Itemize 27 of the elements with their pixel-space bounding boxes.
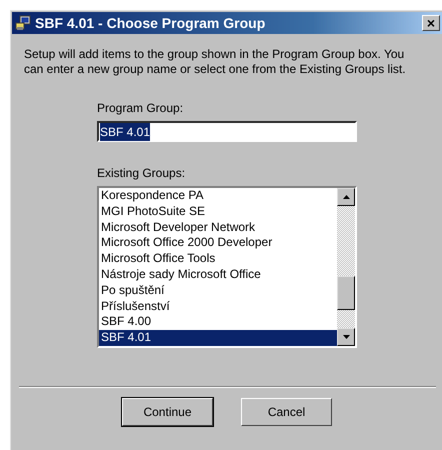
list-item[interactable]: Nástroje sady Microsoft Office xyxy=(99,266,337,283)
list-item[interactable]: Po spuštění xyxy=(99,282,337,299)
scroll-thumb[interactable] xyxy=(337,276,355,310)
list-item[interactable]: Příslušenství xyxy=(99,298,337,314)
continue-button[interactable]: Continue xyxy=(122,398,213,426)
existing-groups-list[interactable]: Korespondence PA MGI PhotoSuite SE Microsoft Developer Network Microsoft Office 2000 Developer Microsoft Office Tools Nástroje sady Microsoft Office Po spuštění Příslušenství SBF 4.00 SBF 4.01 xyxy=(97,186,357,348)
cancel-button[interactable]: Cancel xyxy=(241,398,332,426)
window-title: SBF 4.01 - Choose Program Group xyxy=(35,14,266,33)
program-group-field[interactable]: SBF 4.01 xyxy=(97,121,357,142)
close-button[interactable]: × xyxy=(422,15,440,31)
scroll-up-button[interactable] xyxy=(337,188,355,206)
list-item[interactable]: SBF 4.00 xyxy=(99,314,337,330)
list-item[interactable]: Microsoft Developer Network xyxy=(99,220,337,236)
list-item[interactable]: Microsoft Office 2000 Developer xyxy=(99,235,337,252)
list-item[interactable]: SBF 4.01 xyxy=(99,330,337,346)
up-arrow-icon xyxy=(342,195,350,199)
down-arrow-icon xyxy=(342,335,350,339)
list-item[interactable]: Korespondence PA xyxy=(99,188,337,204)
list-label: Existing Groups: xyxy=(97,165,186,182)
field-value: SBF 4.01 xyxy=(100,122,150,140)
scroll-down-button[interactable] xyxy=(337,328,355,346)
scrollbar[interactable] xyxy=(337,188,355,346)
list-item[interactable]: Microsoft Office Tools xyxy=(99,251,337,267)
field-label: Program Group: xyxy=(97,100,184,117)
app-icon xyxy=(15,15,31,31)
list-item[interactable]: MGI PhotoSuite SE xyxy=(99,204,337,220)
instruction-text: Setup will add items to the group shown in the Program Group box. You can enter a new group name or select one from the Existing Groups list. xyxy=(24,47,407,77)
